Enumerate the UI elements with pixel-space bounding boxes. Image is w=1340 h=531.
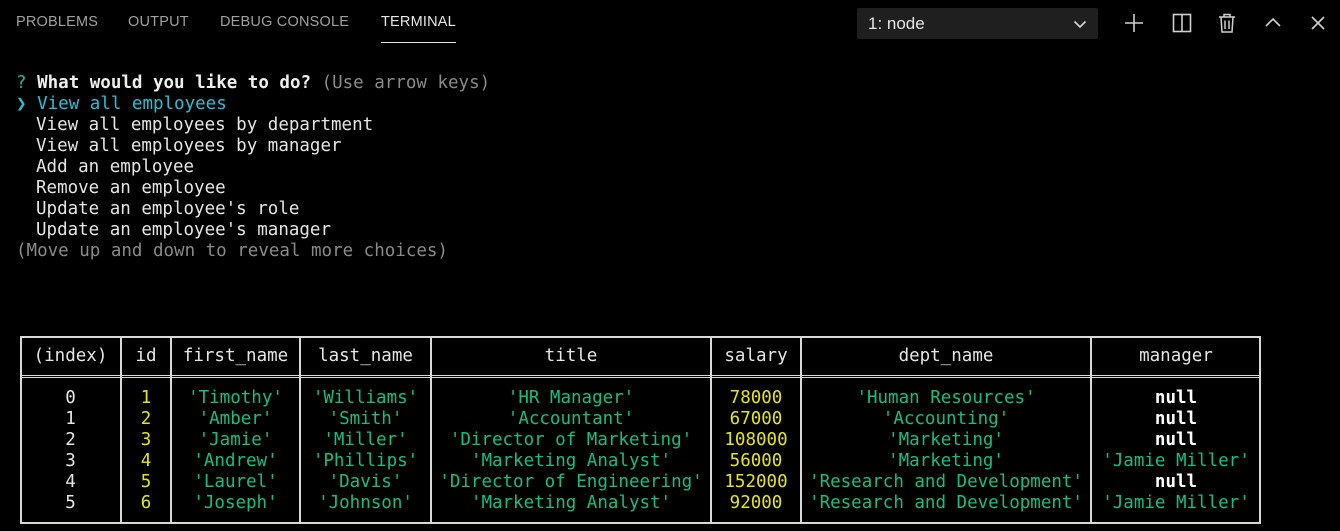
table-cell-last-name: 'Williams' [312,388,419,408]
table-header-title: title [544,346,598,366]
tab-debug-console[interactable]: DEBUG CONSOLE [220,14,349,42]
chevron-up-icon[interactable] [1261,11,1285,35]
table-cell-id: 4 [140,451,152,471]
tab-problems[interactable]: PROBLEMS [16,14,98,42]
prompt-question: What would you like to do? [37,73,312,93]
table-cell-dept-name: 'Marketing' [888,430,1004,450]
table-cell-id: 2 [140,409,152,429]
table-cell-last-name: 'Johnson' [318,493,413,513]
pointer-icon: ❯ [16,94,27,114]
table-cell-title: 'Marketing Analyst' [470,493,672,513]
table-cell-index: 2 [65,430,76,450]
table-cell-last-name: 'Smith' [328,409,403,429]
table-cell-title: 'Accountant' [507,409,635,429]
table-cell-dept-name: 'Research and Development' [809,493,1083,513]
table-header-first-name: first_name [182,346,289,366]
table-cell-first-name: 'Joseph' [193,493,278,513]
prompt-hint: (Use arrow keys) [321,73,491,93]
table-cell-salary: 108000 [724,430,788,450]
table-cell-salary: 67000 [729,409,783,429]
prompt-choice-label: View all employees [37,94,227,114]
tab-output[interactable]: OUTPUT [128,14,189,42]
table-cell-title: 'HR Manager' [507,388,635,408]
prompt-choice[interactable]: Add an employee [36,157,194,178]
table-cell-manager: null [1154,472,1198,492]
terminal-select[interactable]: 1: node [857,8,1098,39]
table-header-manager: manager [1139,346,1213,366]
table-header-dept-name: dept_name [898,346,994,366]
table-cell-salary: 56000 [729,451,783,471]
table-cell-dept-name: 'Research and Development' [809,472,1083,492]
table-cell-manager: null [1154,388,1198,408]
terminal-select-value: 1: node [868,14,925,33]
table-cell-salary: 78000 [729,388,783,408]
table-cell-title: 'Director of Marketing' [449,430,693,450]
table-cell-index: 4 [65,472,76,492]
trash-icon[interactable] [1215,11,1239,35]
close-icon[interactable] [1306,11,1330,35]
table-header-separator [20,375,1261,378]
table-cell-last-name: 'Phillips' [312,451,419,471]
table-cell-first-name: 'Andrew' [193,451,278,471]
table-cell-first-name: 'Amber' [198,409,273,429]
table-cell-salary: 152000 [724,472,788,492]
table-cell-manager: 'Jamie Miller' [1102,493,1250,513]
prompt-choice[interactable]: Remove an employee [36,178,226,199]
table-cell-manager: null [1154,430,1198,450]
table-cell-id: 6 [140,493,152,513]
table-header-last-name: last_name [318,346,413,366]
table-cell-first-name: 'Jamie' [198,430,273,450]
chevron-down-icon [1072,16,1088,32]
split-icon[interactable] [1170,11,1194,35]
table-cell-index: 1 [65,409,76,429]
prompt-footer: (Move up and down to reveal more choices… [16,241,448,261]
prompt-choice[interactable]: Update an employee's manager [36,220,331,241]
active-tab-indicator [381,42,456,43]
table-header-id: id [135,346,157,366]
table-cell-id: 5 [140,472,152,492]
table-cell-id: 1 [140,388,152,408]
prompt-choice[interactable]: View all employees by manager [36,136,342,157]
table-cell-first-name: 'Laurel' [193,472,278,492]
table-cell-index: 5 [65,493,76,513]
prompt-question-line: ? What would you like to do? (Use arrow … [16,73,490,94]
table-cell-title: 'Director of Engineering' [439,472,703,492]
tab-terminal-label: TERMINAL [381,14,456,30]
prompt-choice[interactable]: View all employees by department [36,115,373,136]
table-cell-last-name: 'Davis' [328,472,403,492]
table-cell-salary: 92000 [729,493,783,513]
panel-header: PROBLEMS OUTPUT DEBUG CONSOLE TERMINAL 1… [0,0,1340,46]
table-cell-title: 'Marketing Analyst' [470,451,672,471]
table-cell-index: 3 [65,451,76,471]
table-cell-first-name: 'Timothy' [188,388,283,408]
prompt-choice[interactable]: Update an employee's role [36,199,299,220]
table-cell-last-name: 'Miller' [323,430,408,450]
prompt-question-mark: ? [16,73,27,93]
tab-terminal[interactable]: TERMINAL [381,14,456,43]
table-header-index: (index) [33,346,108,366]
table-header-salary: salary [724,346,788,366]
table-cell-id: 3 [140,430,152,450]
table-cell-manager: 'Jamie Miller' [1102,451,1250,471]
table-cell-index: 0 [65,388,76,408]
table-cell-dept-name: 'Human Resources' [856,388,1036,408]
prompt-choice-selected[interactable]: ❯ View all employees [16,94,227,115]
table-cell-dept-name: 'Marketing' [888,451,1004,471]
table-cell-dept-name: 'Accounting' [882,409,1010,429]
table-cell-manager: null [1154,409,1198,429]
plus-icon[interactable] [1122,11,1146,35]
